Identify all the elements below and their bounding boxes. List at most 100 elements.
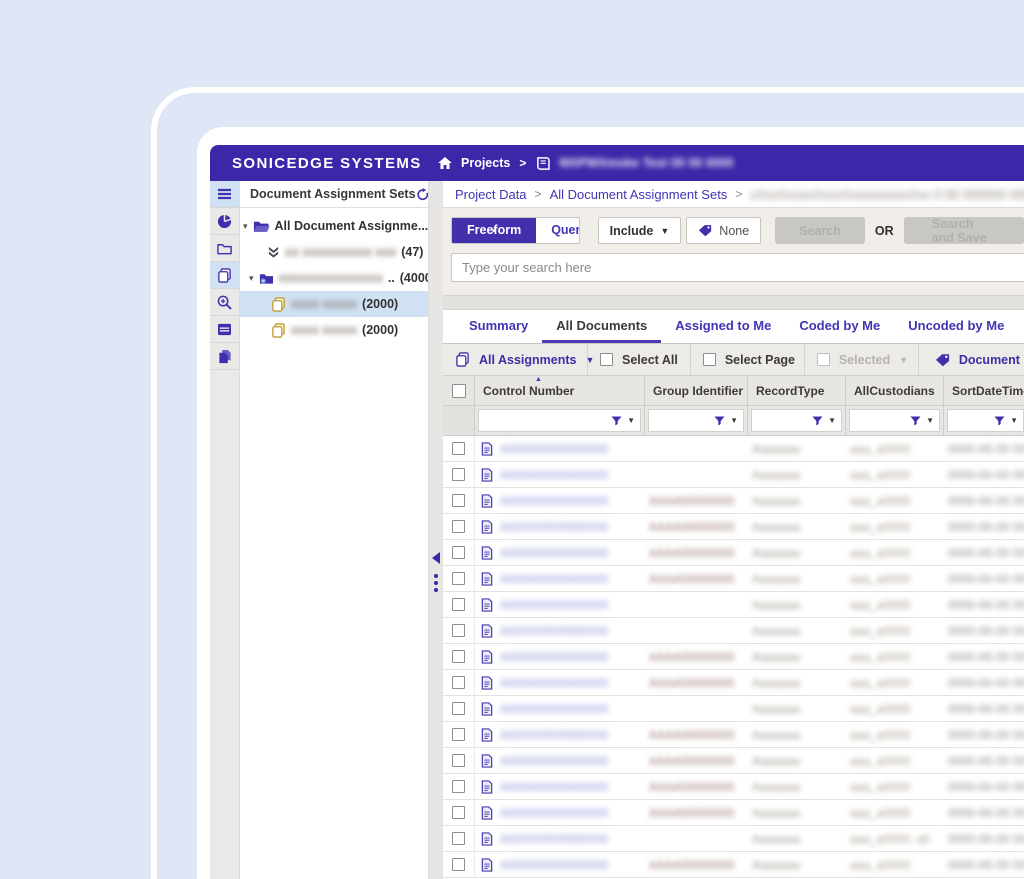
chevron-down-icon[interactable]: ▼ <box>1010 416 1018 425</box>
funnel-icon[interactable] <box>812 416 823 426</box>
drag-handle-icon[interactable] <box>434 574 438 592</box>
table-row[interactable]: A000000000000000AAAA00000000Aaaaaaaaaa_a… <box>443 748 1024 774</box>
breadcrumb-project-data[interactable]: Project Data <box>455 187 527 202</box>
tree-item[interactable]: xxxx xxxxx(2000) <box>240 291 428 317</box>
table-row[interactable]: A000000000000000AAAA00000000Aaaaaaaaaa_a… <box>443 852 1024 878</box>
none-tag-chip[interactable]: None <box>686 217 761 244</box>
row-checkbox[interactable] <box>452 624 465 637</box>
nav-folder-button[interactable] <box>210 235 239 262</box>
chevron-down-icon[interactable]: ▼ <box>828 416 836 425</box>
table-row[interactable]: A000000000000000AAAA00000000Aaaaaaaaaa_a… <box>443 488 1024 514</box>
control-number-redacted[interactable]: A000000000000000 <box>500 832 608 846</box>
caret-down-icon[interactable]: ▾ <box>249 273 254 284</box>
nav-pie-chart-button[interactable] <box>210 208 239 235</box>
row-checkbox[interactable] <box>452 858 465 871</box>
row-checkbox[interactable] <box>452 806 465 819</box>
table-row[interactable]: A000000000000000Aaaaaaaaaa_a00000000-00-… <box>443 436 1024 462</box>
tree-item[interactable]: xx xxxxxxxxxx xxx(47) <box>240 239 428 265</box>
home-icon[interactable] <box>438 157 452 169</box>
query-builder-button[interactable]: Query Builder <box>536 218 579 243</box>
control-number-redacted[interactable]: A000000000000000 <box>500 650 608 664</box>
funnel-icon[interactable] <box>611 416 622 426</box>
row-checkbox[interactable] <box>452 650 465 663</box>
table-row[interactable]: A000000000000000Aaaaaaaaaa_a00000000-00-… <box>443 618 1024 644</box>
filter-input-group-identifier[interactable]: ▼ <box>648 409 744 432</box>
control-number-redacted[interactable]: A000000000000000 <box>500 494 608 508</box>
select-page-button[interactable]: Select Page <box>691 344 805 375</box>
row-checkbox[interactable] <box>452 780 465 793</box>
tab-coded-by-me[interactable]: Coded by Me <box>785 310 894 343</box>
column-header-sortdatetime[interactable]: SortDateTime <box>944 376 1024 405</box>
tree-item[interactable]: ▾xxxxxxxxxxxxxxx..(4000) <box>240 265 428 291</box>
control-number-redacted[interactable]: A000000000000000 <box>500 468 608 482</box>
panel-divider[interactable] <box>428 181 443 879</box>
all-assignments-dropdown[interactable]: All Assignments ▼ <box>443 344 588 375</box>
tab-all-documents[interactable]: All Documents <box>542 310 661 343</box>
control-number-redacted[interactable]: A000000000000000 <box>500 598 608 612</box>
projects-link[interactable]: Projects <box>461 156 510 170</box>
row-checkbox[interactable] <box>452 728 465 741</box>
table-row[interactable]: A000000000000000AAAA00000000Aaaaaaaaaa_a… <box>443 514 1024 540</box>
chevron-down-icon[interactable]: ▼ <box>926 416 934 425</box>
row-checkbox[interactable] <box>452 832 465 845</box>
control-number-redacted[interactable]: A000000000000000 <box>500 754 608 768</box>
select-page-checkbox[interactable] <box>703 353 716 366</box>
include-dropdown[interactable]: Include▼ <box>598 217 682 244</box>
control-number-redacted[interactable]: A000000000000000 <box>500 624 608 638</box>
breadcrumb-all-sets[interactable]: All Document Assignment Sets <box>550 187 728 202</box>
nav-zoom-plus-button[interactable] <box>210 289 239 316</box>
column-header-recordtype[interactable]: RecordType <box>748 376 846 405</box>
table-row[interactable]: A000000000000000AAAA00000000Aaaaaaaaaa_a… <box>443 670 1024 696</box>
control-number-redacted[interactable]: A000000000000000 <box>500 676 608 690</box>
tab-uncoded-by-me[interactable]: Uncoded by Me <box>894 310 1018 343</box>
nav-table-button[interactable] <box>210 316 239 343</box>
column-header-control-number[interactable]: ▲ Control Number <box>475 376 645 405</box>
filter-input-control-number[interactable]: ▼ <box>478 409 641 432</box>
control-number-redacted[interactable]: A000000000000000 <box>500 728 608 742</box>
freeform-button[interactable]: Freeform ▲ <box>452 218 536 243</box>
table-row[interactable]: A000000000000000AAAA00000000Aaaaaaaaaa_a… <box>443 800 1024 826</box>
search-input[interactable] <box>451 253 1024 282</box>
table-row[interactable]: A000000000000000AAAA00000000Aaaaaaaaaa_a… <box>443 566 1024 592</box>
filter-input-allcustodians[interactable]: ▼ <box>849 409 940 432</box>
document-tags-button[interactable]: Document <box>919 344 1024 375</box>
table-row[interactable]: A000000000000000Aaaaaaaaaa_a00000000-00-… <box>443 462 1024 488</box>
row-checkbox[interactable] <box>452 754 465 767</box>
tab-summary[interactable]: Summary <box>455 310 542 343</box>
chevron-down-icon[interactable]: ▼ <box>627 416 635 425</box>
column-header-group-identifier[interactable]: Group Identifier <box>645 376 748 405</box>
caret-down-icon[interactable]: ▾ <box>243 221 248 232</box>
row-checkbox[interactable] <box>452 572 465 585</box>
search-button[interactable]: Search <box>775 217 865 244</box>
search-and-save-button[interactable]: Search and Save <box>904 217 1024 244</box>
nav-copies-button[interactable] <box>210 262 239 289</box>
control-number-redacted[interactable]: A000000000000000 <box>500 572 608 586</box>
row-checkbox[interactable] <box>452 520 465 533</box>
filter-input-recordtype[interactable]: ▼ <box>751 409 842 432</box>
control-number-redacted[interactable]: A000000000000000 <box>500 858 608 872</box>
table-row[interactable]: A000000000000000AAAA00000000Aaaaaaaaaa_a… <box>443 540 1024 566</box>
tree-item[interactable]: xxxx xxxxx(2000) <box>240 317 428 343</box>
table-row[interactable]: A000000000000000Aaaaaaaaaa_a00000000-00-… <box>443 592 1024 618</box>
table-row[interactable]: A000000000000000Aaaaaaaaaa_a00000000-00-… <box>443 696 1024 722</box>
control-number-redacted[interactable]: A000000000000000 <box>500 806 608 820</box>
row-checkbox[interactable] <box>452 494 465 507</box>
select-all-button[interactable]: Select All <box>588 344 691 375</box>
control-number-redacted[interactable]: A000000000000000 <box>500 442 608 456</box>
row-checkbox[interactable] <box>452 546 465 559</box>
header-checkbox[interactable] <box>452 384 466 398</box>
selected-dropdown[interactable]: Selected ▼ <box>805 344 919 375</box>
table-row[interactable]: A000000000000000Aaaaaaaaaa_a0000, a00000… <box>443 826 1024 852</box>
row-checkbox[interactable] <box>452 468 465 481</box>
collapse-panel-arrow-icon[interactable] <box>432 552 440 564</box>
funnel-icon[interactable] <box>910 416 921 426</box>
select-all-checkbox[interactable] <box>600 353 613 366</box>
funnel-icon[interactable] <box>714 416 725 426</box>
nav-page-copy-button[interactable] <box>210 343 239 370</box>
control-number-redacted[interactable]: A000000000000000 <box>500 520 608 534</box>
table-row[interactable]: A000000000000000AAAA00000000Aaaaaaaaaa_a… <box>443 644 1024 670</box>
breadcrumb-redacted-item[interactable]: xXxxXxxxxXxxxXxxxxxxxxxXxx 0 00 000000 0… <box>750 187 1024 202</box>
chevron-down-icon[interactable]: ▼ <box>730 416 738 425</box>
column-header-allcustodians[interactable]: AllCustodians <box>846 376 944 405</box>
table-row[interactable]: A000000000000000AAAA00000000Aaaaaaaaaa_a… <box>443 722 1024 748</box>
